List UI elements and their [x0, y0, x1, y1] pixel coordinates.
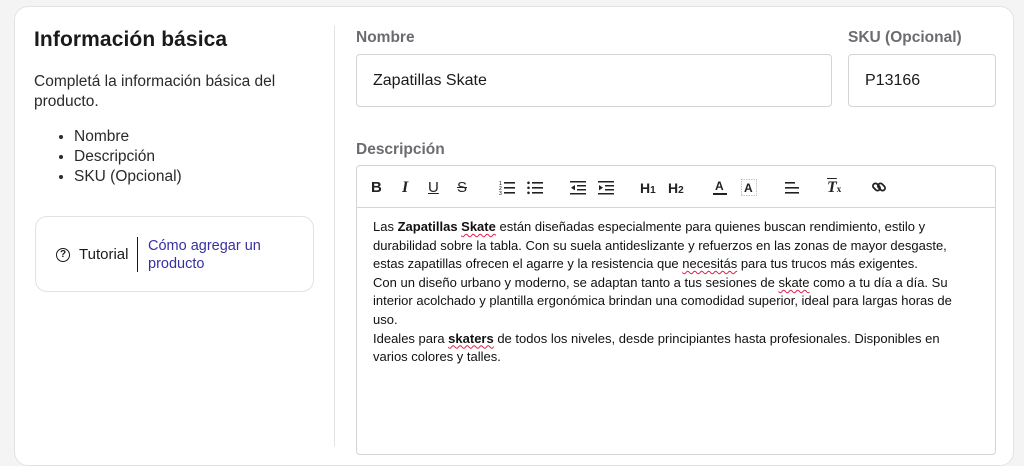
tutorial-label: Tutorial — [79, 246, 129, 263]
section-title: Información básica — [34, 28, 228, 51]
align-icon[interactable] — [785, 179, 800, 197]
sku-input[interactable] — [848, 54, 996, 107]
heading-1-icon[interactable]: H1 — [640, 179, 656, 197]
content-paragraph: Con un diseño urbano y moderno, se adapt… — [373, 274, 952, 327]
sku-label: SKU (Opcional) — [848, 29, 962, 46]
underline-icon[interactable]: U — [428, 179, 439, 197]
tutorial-link[interactable]: Cómo agregar un producto — [148, 237, 298, 273]
svg-text:3: 3 — [499, 191, 502, 195]
help-circle-icon: ? — [56, 248, 70, 262]
field-list-item: Nombre — [74, 127, 182, 147]
section-description: Completá la información básica del produ… — [34, 73, 276, 110]
italic-icon[interactable]: I — [402, 179, 408, 197]
editor-content[interactable]: Las Zapatillas Skate están diseñadas esp… — [373, 218, 973, 367]
description-label: Descripción — [356, 141, 445, 158]
highlight-icon[interactable]: A — [741, 179, 757, 197]
outdent-icon[interactable] — [570, 179, 586, 197]
tutorial-separator — [137, 237, 138, 272]
heading-2-icon[interactable]: H2 — [668, 179, 684, 197]
name-input[interactable] — [356, 54, 832, 107]
strikethrough-icon[interactable]: S — [457, 179, 467, 197]
column-divider — [334, 26, 335, 446]
name-label: Nombre — [356, 29, 415, 46]
clear-format-icon[interactable]: Tx — [827, 179, 841, 197]
bullet-list-icon[interactable] — [527, 179, 543, 197]
link-icon[interactable] — [871, 179, 887, 197]
indent-icon[interactable] — [598, 179, 614, 197]
field-list-item: Descripción — [74, 147, 182, 167]
bold-icon[interactable]: B — [371, 179, 382, 197]
svg-text:A: A — [715, 179, 724, 193]
field-list-item: SKU (Opcional) — [74, 167, 182, 187]
tutorial-box: ? Tutorial Cómo agregar un producto — [35, 216, 314, 292]
svg-text:A: A — [744, 181, 753, 195]
editor-toolbar: B I U S 123 H1 H2 A A Tx — [357, 166, 995, 208]
content-paragraph: Ideales para skaters de todos los nivele… — [373, 330, 940, 365]
text-color-icon[interactable]: A — [713, 179, 727, 197]
ordered-list-icon[interactable]: 123 — [499, 179, 515, 197]
content-paragraph: Las Zapatillas Skate están diseñadas esp… — [373, 219, 947, 272]
description-editor: B I U S 123 H1 H2 A A Tx Las Zapatillas … — [356, 165, 996, 455]
field-list: Nombre Descripción SKU (Opcional) — [34, 127, 182, 187]
